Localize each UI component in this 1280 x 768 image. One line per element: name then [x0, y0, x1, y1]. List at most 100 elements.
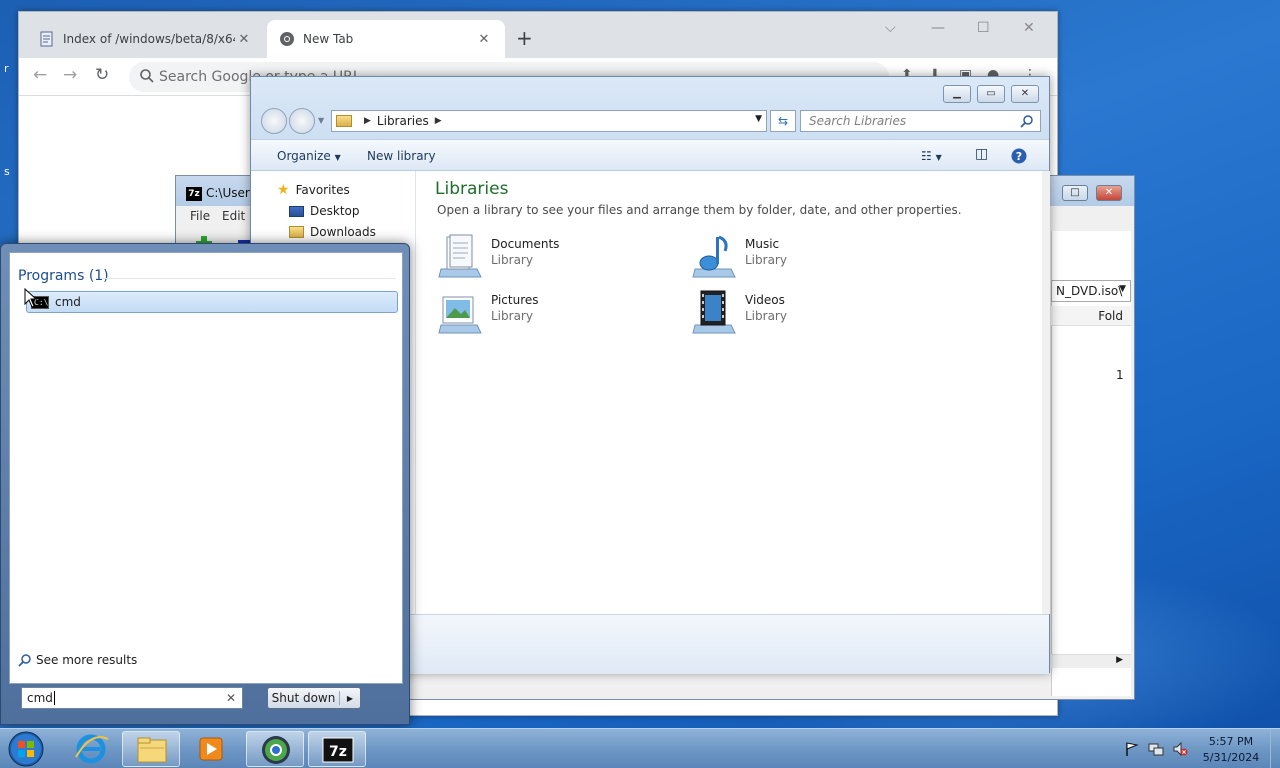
maximize-icon[interactable]: □ — [1062, 185, 1088, 201]
taskbar-media-player[interactable] — [182, 731, 240, 767]
videos-library-icon — [692, 290, 736, 334]
chevron-right-icon[interactable]: ▶ — [435, 116, 442, 126]
network-icon[interactable] — [1148, 741, 1164, 757]
maximize-icon[interactable]: ☐ — [977, 20, 990, 36]
desktop-icon-fragment: r — [4, 62, 9, 75]
documents-library-icon — [438, 234, 482, 278]
show-desktop-button[interactable] — [1270, 729, 1280, 768]
desktop-icon — [289, 205, 304, 217]
tab-title: Index of /windows/beta/8/x64/ — [63, 32, 235, 46]
address-bar[interactable]: ▶ Libraries ▶ ▼ — [331, 110, 767, 132]
chevron-down-icon[interactable]: ⌵ — [885, 20, 896, 36]
nav-favorites[interactable]: ★ Favorites — [277, 182, 350, 198]
nav-label: Desktop — [310, 204, 360, 218]
pictures-library-icon — [438, 296, 482, 334]
forward-arrow-icon[interactable]: → — [63, 65, 77, 85]
clock-date: 5/31/2024 — [1202, 751, 1260, 764]
new-tab-button[interactable]: + — [516, 26, 533, 50]
start-menu: Programs (1) C:\ cmd See more results cm… — [0, 243, 410, 725]
path-combobox[interactable]: N_DVD.iso\ ▼ — [1051, 280, 1131, 302]
organize-button[interactable]: Organize ▼ — [277, 149, 341, 163]
mouse-cursor-icon — [24, 288, 38, 308]
taskbar-internet-explorer[interactable] — [62, 731, 120, 767]
close-icon[interactable]: ✕ — [1096, 185, 1122, 201]
nav-downloads[interactable]: Downloads — [289, 225, 376, 239]
close-icon[interactable]: ✕ — [475, 32, 493, 47]
help-icon[interactable]: ? — [1011, 148, 1027, 164]
forward-button[interactable] — [289, 108, 315, 134]
shutdown-button[interactable]: Shut down ▶ — [267, 687, 361, 709]
taskbar-explorer[interactable] — [122, 731, 180, 767]
nav-label: Favorites — [295, 183, 350, 197]
chevron-right-icon[interactable]: ▶ — [364, 116, 371, 126]
page-title: Libraries — [435, 179, 509, 199]
library-pictures[interactable]: Pictures Library — [437, 287, 677, 335]
chevron-right-icon[interactable]: ▶ — [340, 694, 360, 703]
volume-muted-icon[interactable] — [1172, 741, 1188, 757]
back-button[interactable] — [261, 108, 287, 134]
tab-title: New Tab — [303, 32, 354, 46]
shutdown-label: Shut down — [268, 691, 340, 705]
minimize-icon[interactable]: — — [931, 20, 945, 36]
library-name: Documents — [491, 237, 560, 251]
library-videos[interactable]: Videos Library — [691, 287, 931, 335]
tab-new-tab[interactable]: New Tab ✕ — [267, 20, 505, 58]
tab-index-of[interactable]: Index of /windows/beta/8/x64/ ✕ — [27, 20, 265, 58]
breadcrumb-libraries[interactable]: Libraries — [377, 114, 429, 128]
taskbar-7zip[interactable]: 7z — [308, 731, 366, 767]
clear-icon[interactable]: ✕ — [226, 691, 236, 705]
library-name: Pictures — [491, 293, 539, 307]
clock[interactable]: 5:57 PM 5/31/2024 — [1196, 734, 1266, 766]
svg-text:7z: 7z — [329, 744, 347, 760]
chrome-icon — [262, 736, 290, 764]
path-value: N_DVD.iso\ — [1056, 284, 1123, 298]
chevron-right-icon[interactable]: ▶ — [1116, 655, 1123, 665]
start-search-input[interactable]: cmd ✕ — [21, 687, 243, 709]
chrome-icon — [280, 32, 294, 46]
close-icon[interactable]: ✕ — [235, 32, 253, 47]
page-subtitle: Open a library to see your files and arr… — [437, 203, 962, 217]
document-icon — [40, 31, 53, 47]
start-menu-results-pane: Programs (1) C:\ cmd See more results — [9, 252, 403, 684]
search-icon — [140, 69, 154, 83]
close-icon[interactable]: ✕ — [1023, 20, 1035, 36]
taskbar: 7z 5:57 PM 5/31/2024 — [0, 728, 1280, 768]
action-center-flag-icon[interactable] — [1124, 741, 1140, 757]
minimize-icon[interactable]: ▁ — [943, 85, 971, 103]
chevron-down-icon: ▼ — [1119, 284, 1126, 294]
organize-label: Organize — [277, 149, 331, 163]
library-music[interactable]: Music Library — [691, 231, 931, 279]
vertical-scrollbar[interactable] — [1042, 171, 1050, 614]
result-cmd[interactable]: C:\ cmd — [26, 291, 398, 313]
library-documents[interactable]: Documents Library — [437, 231, 677, 279]
search-input[interactable]: Search Libraries — [800, 110, 1041, 132]
close-icon[interactable]: ✕ — [1011, 85, 1039, 103]
menu-file[interactable]: File — [190, 209, 210, 223]
see-more-results-link[interactable]: See more results — [18, 653, 137, 667]
nav-desktop[interactable]: Desktop — [289, 204, 360, 218]
chevron-down-icon[interactable]: ▼ — [755, 114, 762, 124]
back-arrow-icon[interactable]: ← — [33, 65, 47, 85]
clock-time: 5:57 PM — [1208, 735, 1254, 748]
preview-pane-icon[interactable]: ◫ — [975, 146, 988, 162]
sevenzip-logo-icon: 7z — [186, 187, 202, 201]
divider — [100, 278, 396, 279]
media-player-icon — [199, 737, 223, 761]
reload-icon[interactable]: ↻ — [95, 65, 109, 85]
recent-pages-icon[interactable]: ▼ — [318, 116, 324, 125]
start-orb-icon[interactable] — [6, 730, 46, 768]
refresh-button[interactable]: ⇆ — [770, 110, 796, 132]
horizontal-scrollbar[interactable]: ▶ — [1051, 654, 1131, 668]
taskbar-chrome[interactable] — [246, 731, 304, 767]
library-name: Music — [745, 237, 780, 251]
library-type: Library — [491, 309, 533, 323]
folder-icon — [336, 115, 352, 127]
search-value: cmd — [27, 691, 53, 705]
column-header[interactable]: Fold — [1051, 306, 1131, 326]
maximize-icon[interactable]: ▭ — [977, 85, 1005, 103]
menu-edit[interactable]: Edit — [222, 209, 245, 223]
library-type: Library — [491, 253, 533, 267]
new-library-button[interactable]: New library — [367, 149, 436, 163]
view-options-icon[interactable]: ☷ ▼ — [921, 149, 942, 163]
result-label: cmd — [55, 295, 81, 309]
